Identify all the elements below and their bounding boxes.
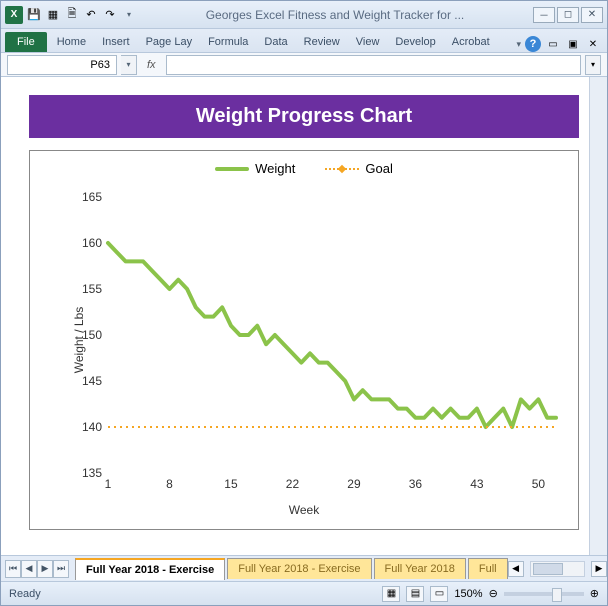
tab-prev-icon[interactable]: ◀: [21, 560, 37, 578]
qat-dropdown-icon[interactable]: ▾: [121, 7, 137, 23]
name-box[interactable]: P63: [7, 55, 117, 75]
minimize-button[interactable]: －: [533, 7, 555, 23]
legend-swatch-goal: [325, 168, 359, 170]
legend-label-goal: Goal: [365, 161, 392, 176]
ribbon-tab-formula[interactable]: Formula: [200, 32, 256, 52]
ribbon-tab-review[interactable]: Review: [296, 32, 348, 52]
hscroll-left-icon[interactable]: ◀: [508, 561, 524, 577]
x-tick: 36: [409, 477, 422, 491]
maximize-button[interactable]: ◻: [557, 7, 579, 23]
y-tick: 140: [82, 420, 102, 434]
formula-bar: P63 ▾ fx ▾: [1, 53, 607, 77]
workbook-close-icon[interactable]: ✕: [585, 36, 601, 52]
tab-first-icon[interactable]: ⏮: [5, 560, 21, 578]
sheet-tab[interactable]: Full Year 2018: [374, 558, 466, 579]
y-tick: 135: [82, 466, 102, 480]
document-title: Georges Excel Fitness and Weight Tracker…: [137, 8, 533, 22]
fx-label[interactable]: fx: [141, 59, 162, 71]
chart-container: Weight Goal Weight / Lbs 135140145150155…: [29, 150, 579, 530]
worksheet-area: Weight Progress Chart Weight Goal Weight…: [1, 77, 607, 555]
y-tick: 160: [82, 236, 102, 250]
excel-app-icon: X: [5, 6, 23, 24]
doc-icon[interactable]: ▦: [45, 7, 61, 23]
chart-title: Weight Progress Chart: [29, 95, 579, 138]
view-pagelayout-icon[interactable]: ▤: [406, 586, 424, 602]
x-tick: 29: [347, 477, 360, 491]
chart-svg: [108, 197, 556, 473]
series-weight: [108, 243, 556, 427]
ribbon-tab-data[interactable]: Data: [256, 32, 295, 52]
save-icon[interactable]: 💾: [26, 7, 42, 23]
legend-item-goal: Goal: [325, 161, 392, 176]
legend-label-weight: Weight: [255, 161, 295, 176]
help-icon[interactable]: ?: [525, 36, 541, 52]
ribbon-tab-insert[interactable]: Insert: [94, 32, 138, 52]
sheet-tab-active[interactable]: Full Year 2018 - Exercise: [75, 558, 225, 580]
sheet-tab-bar: ⏮ ◀ ▶ ⏭ Full Year 2018 - Exercise Full Y…: [1, 555, 607, 581]
print-icon[interactable]: 🗎: [64, 7, 80, 23]
sheet-tab[interactable]: Full Year 2018 - Exercise: [227, 558, 371, 579]
ribbon-tab-develop[interactable]: Develop: [387, 32, 443, 52]
x-tick: 8: [166, 477, 173, 491]
zoom-level: 150%: [454, 588, 482, 600]
y-tick: 165: [82, 190, 102, 204]
titlebar: X 💾 ▦ 🗎 ↶ ↷ ▾ Georges Excel Fitness and …: [1, 1, 607, 29]
ribbon-restore-icon[interactable]: ▣: [565, 36, 581, 52]
ribbon-overflow-icon[interactable]: ▾: [516, 39, 521, 50]
statusbar: Ready ▦ ▤ ▭ 150% ⊖ ⊕: [1, 581, 607, 605]
y-tick: 150: [82, 328, 102, 342]
ribbon-tab-page-lay[interactable]: Page Lay: [138, 32, 200, 52]
horizontal-scrollbar[interactable]: [530, 561, 585, 577]
tab-last-icon[interactable]: ⏭: [53, 560, 69, 578]
name-box-dropdown-icon[interactable]: ▾: [121, 55, 137, 75]
x-tick: 22: [286, 477, 299, 491]
x-tick: 50: [532, 477, 545, 491]
status-ready: Ready: [9, 588, 41, 600]
window-controls: － ◻ ✕: [533, 7, 603, 23]
x-axis-label: Week: [289, 503, 319, 517]
y-tick: 145: [82, 374, 102, 388]
ribbon-tab-acrobat[interactable]: Acrobat: [444, 32, 498, 52]
redo-icon[interactable]: ↷: [102, 7, 118, 23]
view-pagebreak-icon[interactable]: ▭: [430, 586, 448, 602]
ribbon-minimize-icon[interactable]: ▭: [545, 36, 561, 52]
x-tick: 1: [105, 477, 112, 491]
close-button[interactable]: ✕: [581, 7, 603, 23]
legend-swatch-weight: [215, 167, 249, 171]
ribbon-right: ▾ ? ▭ ▣ ✕: [516, 36, 607, 52]
formula-expand-icon[interactable]: ▾: [585, 55, 601, 75]
legend-item-weight: Weight: [215, 161, 295, 176]
view-normal-icon[interactable]: ▦: [382, 586, 400, 602]
quick-access-toolbar: X 💾 ▦ 🗎 ↶ ↷ ▾: [5, 6, 137, 24]
ribbon-tab-view[interactable]: View: [348, 32, 388, 52]
tab-nav: ⏮ ◀ ▶ ⏭: [1, 560, 73, 578]
chart-plot-area: 13514014515015516016518152229364350: [108, 197, 556, 473]
tab-next-icon[interactable]: ▶: [37, 560, 53, 578]
x-tick: 43: [470, 477, 483, 491]
vertical-scrollbar[interactable]: [589, 77, 607, 555]
zoom-in-icon[interactable]: ⊕: [590, 587, 599, 600]
chart-legend: Weight Goal: [30, 151, 578, 180]
zoom-out-icon[interactable]: ⊖: [489, 587, 498, 600]
ribbon-tab-home[interactable]: Home: [49, 32, 94, 52]
sheet-tab[interactable]: Full: [468, 558, 508, 579]
y-tick: 155: [82, 282, 102, 296]
x-tick: 15: [224, 477, 237, 491]
zoom-slider[interactable]: [504, 592, 584, 596]
formula-input[interactable]: [166, 55, 581, 75]
hscroll-right-icon[interactable]: ▶: [591, 561, 607, 577]
ribbon: File HomeInsertPage LayFormulaDataReview…: [1, 29, 607, 53]
file-tab[interactable]: File: [5, 32, 47, 52]
undo-icon[interactable]: ↶: [83, 7, 99, 23]
status-right: ▦ ▤ ▭ 150% ⊖ ⊕: [382, 586, 599, 602]
